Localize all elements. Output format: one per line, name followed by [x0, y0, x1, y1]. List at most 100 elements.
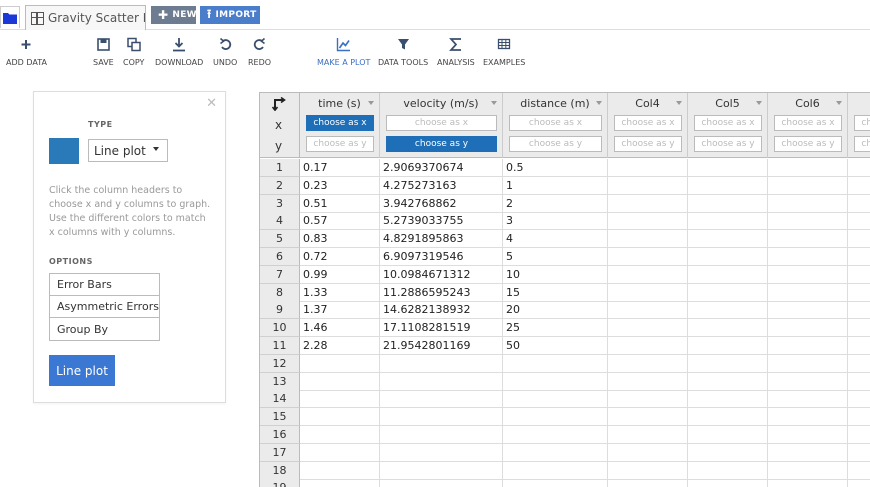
table-cell[interactable]: [848, 284, 870, 302]
table-cell[interactable]: 4.275273163: [380, 177, 503, 195]
add-data-button[interactable]: ADD DATA: [6, 37, 47, 67]
table-cell[interactable]: [608, 266, 688, 284]
table-cell[interactable]: [380, 355, 503, 373]
table-cell[interactable]: [768, 355, 848, 373]
table-cell[interactable]: 6.9097319546: [380, 248, 503, 266]
column-header[interactable]: velocity (m/s) choose as x choose as y: [380, 93, 503, 158]
table-cell[interactable]: [608, 301, 688, 319]
table-cell[interactable]: 10.0984671312: [380, 266, 503, 284]
table-cell[interactable]: 14.6282138932: [380, 301, 503, 319]
table-cell[interactable]: [768, 195, 848, 213]
table-cell[interactable]: [300, 462, 380, 480]
table-cell[interactable]: 3: [503, 212, 608, 230]
table-cell[interactable]: 1.33: [300, 284, 380, 302]
table-cell[interactable]: [300, 426, 380, 444]
table-cell[interactable]: 17.1108281519: [380, 319, 503, 337]
table-cell[interactable]: [608, 390, 688, 408]
table-cell[interactable]: [848, 426, 870, 444]
table-cell[interactable]: 20: [503, 301, 608, 319]
table-cell[interactable]: [300, 444, 380, 462]
table-cell[interactable]: [608, 444, 688, 462]
table-cell[interactable]: [300, 390, 380, 408]
table-cell[interactable]: [608, 177, 688, 195]
table-cell[interactable]: [608, 159, 688, 177]
table-cell[interactable]: [848, 195, 870, 213]
table-cell[interactable]: [688, 301, 768, 319]
table-cell[interactable]: [848, 266, 870, 284]
table-cell[interactable]: [848, 444, 870, 462]
table-cell[interactable]: [768, 462, 848, 480]
choose-as-y-button[interactable]: choose as y: [854, 136, 870, 152]
table-cell[interactable]: 0.5: [503, 159, 608, 177]
table-cell[interactable]: [380, 408, 503, 426]
table-cell[interactable]: [848, 301, 870, 319]
table-cell[interactable]: [768, 337, 848, 355]
table-cell[interactable]: [503, 408, 608, 426]
table-cell[interactable]: [380, 390, 503, 408]
column-header[interactable]: choose as x choose as y: [848, 93, 870, 158]
table-cell[interactable]: 21.9542801169: [380, 337, 503, 355]
table-cell[interactable]: [768, 230, 848, 248]
table-cell[interactable]: [848, 248, 870, 266]
table-cell[interactable]: [688, 462, 768, 480]
choose-as-x-button[interactable]: choose as x: [774, 115, 842, 131]
table-cell[interactable]: [768, 301, 848, 319]
table-cell[interactable]: [608, 195, 688, 213]
option-asymmetric-errors[interactable]: Asymmetric Errors: [50, 296, 159, 318]
table-cell[interactable]: [768, 212, 848, 230]
option-error-bars[interactable]: Error Bars: [50, 274, 159, 296]
table-cell[interactable]: [608, 426, 688, 444]
column-header[interactable]: Col4 choose as x choose as y: [608, 93, 688, 158]
table-cell[interactable]: 50: [503, 337, 608, 355]
line-plot-button[interactable]: Line plot: [49, 355, 115, 386]
table-cell[interactable]: [688, 355, 768, 373]
choose-as-x-button[interactable]: choose as x: [854, 115, 870, 131]
table-cell[interactable]: 1.46: [300, 319, 380, 337]
tab-gravity-scatter[interactable]: Gravity Scatter D...: [25, 5, 146, 30]
table-cell[interactable]: [608, 408, 688, 426]
table-cell[interactable]: [688, 408, 768, 426]
choose-as-x-button[interactable]: choose as x: [694, 115, 762, 131]
choose-as-y-button[interactable]: choose as y: [614, 136, 682, 152]
table-cell[interactable]: [608, 337, 688, 355]
undo-button[interactable]: UNDO: [213, 37, 237, 67]
table-cell[interactable]: [848, 390, 870, 408]
table-cell[interactable]: [688, 177, 768, 195]
table-cell[interactable]: 2.28: [300, 337, 380, 355]
table-cell[interactable]: [503, 390, 608, 408]
table-cell[interactable]: [380, 426, 503, 444]
table-cell[interactable]: [768, 390, 848, 408]
table-cell[interactable]: [848, 230, 870, 248]
table-cell[interactable]: 2: [503, 195, 608, 213]
table-cell[interactable]: [608, 479, 688, 487]
table-cell[interactable]: [503, 426, 608, 444]
table-cell[interactable]: 3.942768862: [380, 195, 503, 213]
table-cell[interactable]: [688, 390, 768, 408]
table-cell[interactable]: 5.2739033755: [380, 212, 503, 230]
table-cell[interactable]: [768, 248, 848, 266]
column-header[interactable]: Col6 choose as x choose as y: [768, 93, 848, 158]
table-cell[interactable]: [503, 444, 608, 462]
choose-as-x-button[interactable]: choose as x: [509, 115, 602, 131]
table-cell[interactable]: [768, 479, 848, 487]
table-cell[interactable]: 5: [503, 248, 608, 266]
table-cell[interactable]: [688, 230, 768, 248]
table-cell[interactable]: [608, 319, 688, 337]
table-cell[interactable]: [608, 248, 688, 266]
table-cell[interactable]: [688, 479, 768, 487]
table-cell[interactable]: [503, 479, 608, 487]
table-cell[interactable]: [688, 248, 768, 266]
table-cell[interactable]: [688, 212, 768, 230]
data-tools-button[interactable]: DATA TOOLS: [378, 37, 428, 67]
table-cell[interactable]: [380, 444, 503, 462]
choose-as-y-button[interactable]: choose as y: [306, 136, 374, 152]
table-cell[interactable]: [608, 284, 688, 302]
table-cell[interactable]: [848, 408, 870, 426]
table-cell[interactable]: 15: [503, 284, 608, 302]
table-cell[interactable]: [608, 355, 688, 373]
table-cell[interactable]: 0.72: [300, 248, 380, 266]
table-cell[interactable]: [300, 373, 380, 391]
caret-down-icon[interactable]: [836, 101, 842, 105]
redo-button[interactable]: REDO: [248, 37, 271, 67]
table-cell[interactable]: [848, 462, 870, 480]
